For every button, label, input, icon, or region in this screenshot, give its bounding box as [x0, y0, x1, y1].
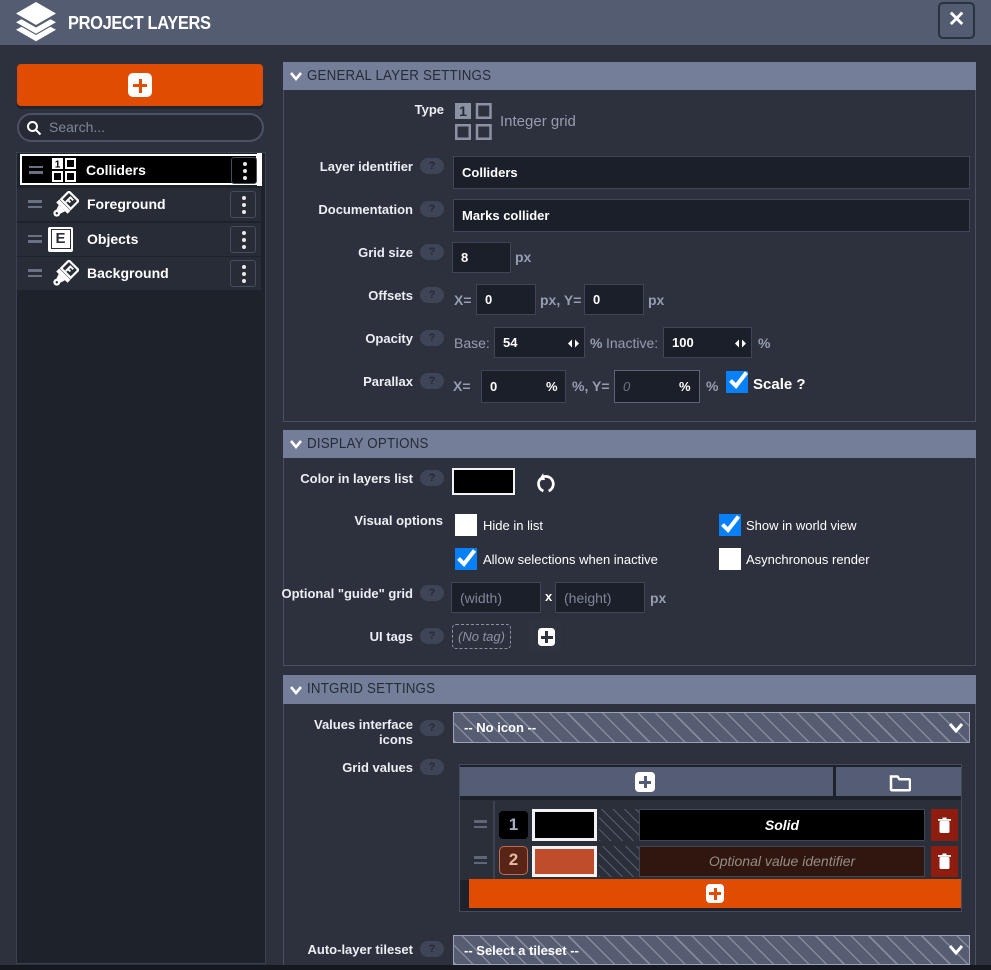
svg-text:1: 1: [55, 159, 61, 170]
svg-text:1: 1: [459, 103, 467, 119]
